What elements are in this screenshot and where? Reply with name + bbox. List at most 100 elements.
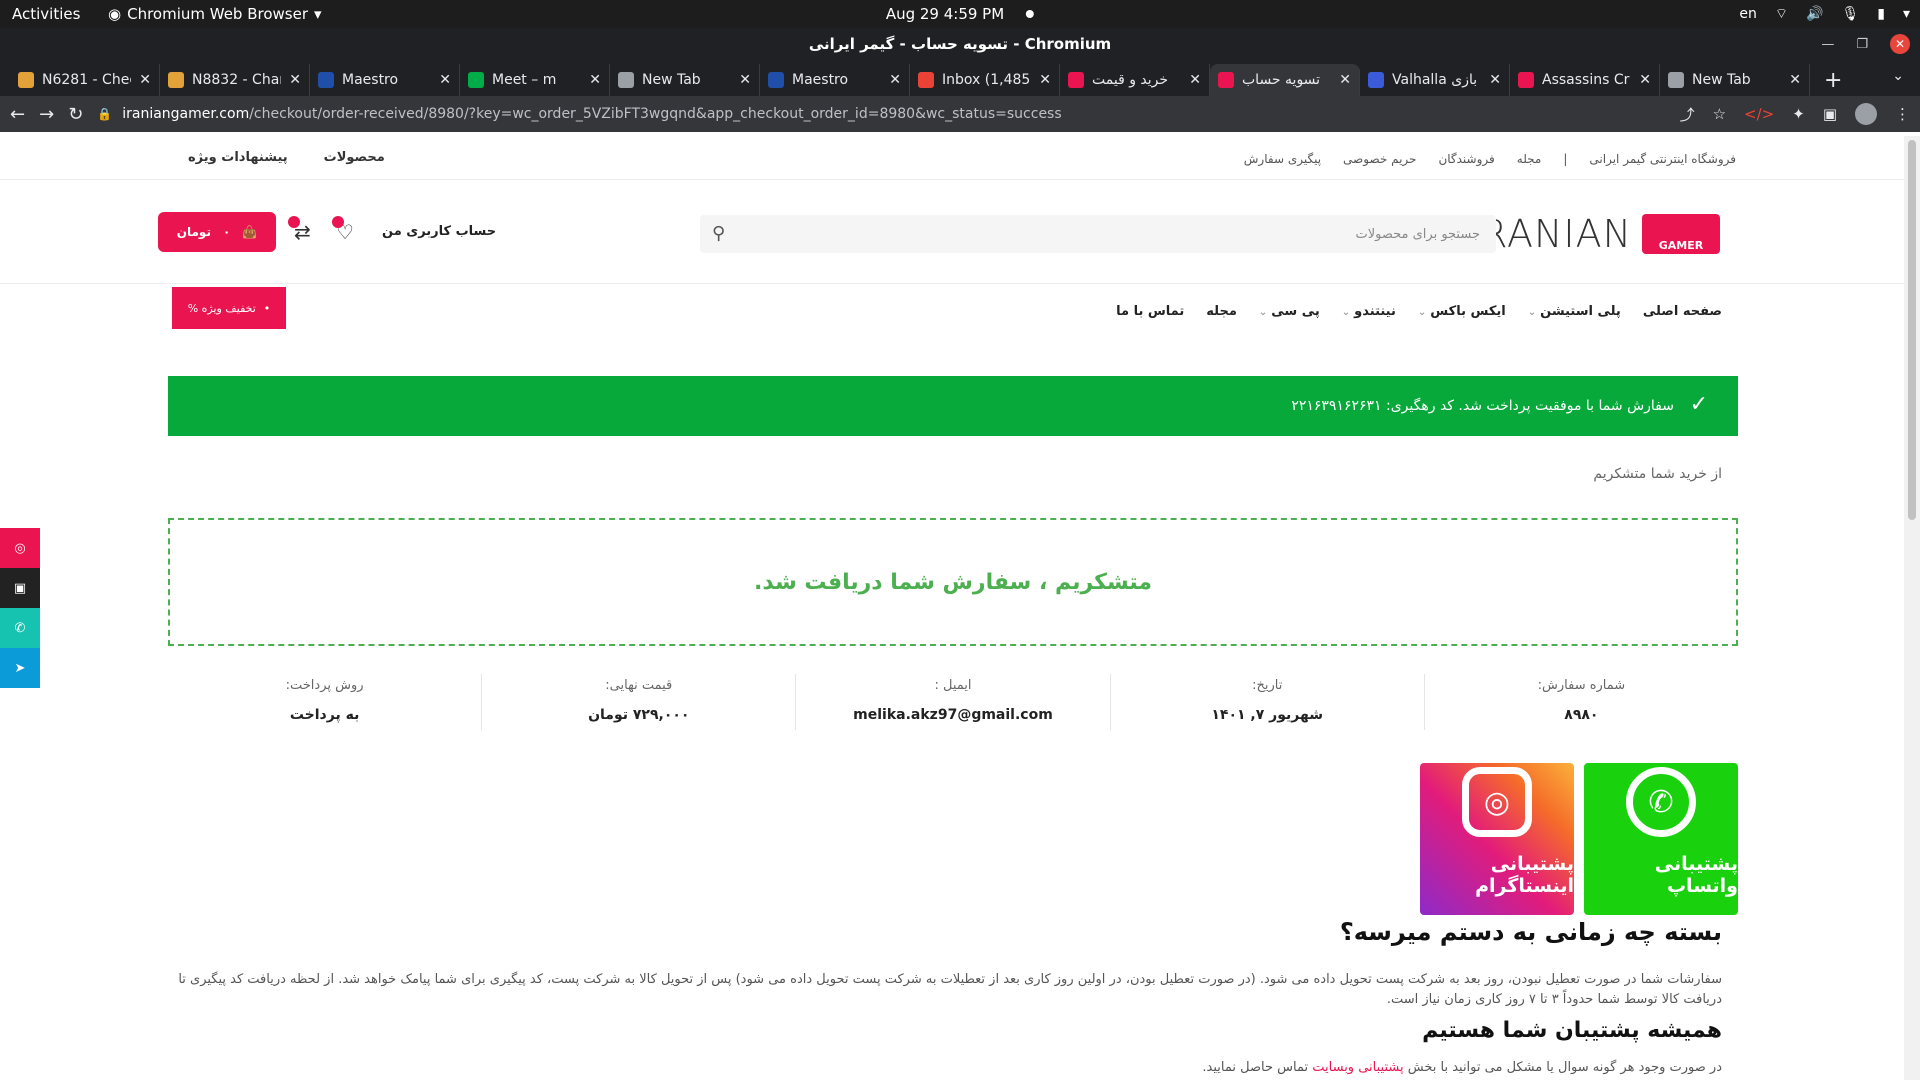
account-link[interactable]: حساب کاربری من: [382, 224, 496, 239]
main-nav-item[interactable]: پلی استیشن⌄: [1528, 304, 1621, 319]
support-text-end: تماس حاصل نمایید.: [1202, 1060, 1309, 1075]
discord-social-icon[interactable]: ▣: [0, 568, 40, 608]
top-link[interactable]: مجله: [1517, 152, 1542, 166]
tab-close-icon[interactable]: ✕: [439, 72, 451, 88]
top-link[interactable]: فروشگاه اینترنتی گیمر ایرانی: [1589, 152, 1736, 166]
instagram-social-icon[interactable]: ◎: [0, 528, 40, 568]
browser-tab[interactable]: Valhalla بازی ✕: [1360, 64, 1510, 96]
top-link[interactable]: پیگیری سفارش: [1244, 152, 1321, 166]
telegram-social-icon[interactable]: ➤: [0, 648, 40, 688]
tab-close-icon[interactable]: ✕: [889, 72, 901, 88]
browser-tab[interactable]: New Tab ✕: [1660, 64, 1810, 96]
instagram-support-button[interactable]: ◎ پشتیبانی اینستاگرام: [1420, 763, 1574, 915]
success-notice: ✓ سفارش شما با موفقیت پرداخت شد. کد رهگی…: [168, 376, 1738, 436]
main-nav-item[interactable]: نینتندو⌄: [1342, 304, 1396, 319]
tab-close-icon[interactable]: ✕: [1039, 72, 1051, 88]
tab-close-icon[interactable]: ✕: [1789, 72, 1801, 88]
tab-favicon-icon: [318, 72, 334, 88]
tab-favicon-icon: [468, 72, 484, 88]
order-received-box: متشکریم ، سفارش شما دریافت شد.: [168, 518, 1738, 646]
whatsapp-social-icon[interactable]: ✆: [0, 608, 40, 648]
cart-button[interactable]: تومان ۰ 👜: [158, 212, 276, 252]
link-special-offers[interactable]: پیشنهادات ویژه: [188, 150, 288, 165]
minimize-button[interactable]: —: [1821, 37, 1834, 52]
overview-value: ۷۲۹,۰۰۰ تومان: [588, 707, 690, 723]
system-tray[interactable]: en ⌔ 🔊 🎙 ▮ ▾: [1739, 5, 1910, 23]
main-nav-item[interactable]: صفحه اصلی: [1643, 304, 1722, 319]
browser-tab[interactable]: New Tab ✕: [610, 64, 760, 96]
wishlist-badge: [332, 216, 344, 228]
main-nav-item[interactable]: مجله: [1206, 304, 1237, 319]
main-nav-item[interactable]: تماس با ما: [1116, 304, 1184, 319]
tab-close-icon[interactable]: ✕: [1339, 72, 1351, 88]
browser-tab[interactable]: Maestro ✕: [760, 64, 910, 96]
order-received-text: متشکریم ، سفارش شما دریافت شد.: [754, 569, 1152, 595]
extensions-icon[interactable]: ✦: [1792, 105, 1805, 123]
scrollbar-thumb[interactable]: [1908, 140, 1916, 520]
lang-indicator[interactable]: en: [1739, 6, 1757, 22]
browser-tab[interactable]: Meet – m ✕: [460, 64, 610, 96]
main-nav-item[interactable]: پی سی⌄: [1259, 304, 1320, 319]
browser-tab[interactable]: Assassins Cr ✕: [1510, 64, 1660, 96]
back-icon[interactable]: ←: [10, 104, 25, 125]
browser-tab[interactable]: Inbox (1,485 ✕: [910, 64, 1060, 96]
overview-label: ایمیل :: [934, 678, 972, 693]
browser-tab[interactable]: N6281 - Chec ✕: [10, 64, 160, 96]
top-link: |: [1563, 152, 1568, 166]
link-products[interactable]: محصولات: [324, 150, 385, 165]
tab-label: Meet – m: [492, 72, 557, 88]
wifi-icon: ⌔: [1774, 6, 1789, 22]
reload-icon[interactable]: ↻: [68, 104, 83, 125]
volume-icon: 🔊: [1806, 6, 1824, 22]
search-icon[interactable]: ⚲: [712, 223, 725, 244]
browser-tab[interactable]: تسویه حساب ✕: [1210, 64, 1360, 96]
menu-kebab-icon[interactable]: ⋮: [1895, 105, 1910, 123]
site-logo[interactable]: IRANIAN GAMER: [1469, 212, 1720, 256]
tab-close-icon[interactable]: ✕: [739, 72, 751, 88]
tab-close-icon[interactable]: ✕: [139, 72, 151, 88]
tab-close-icon[interactable]: ✕: [1489, 72, 1501, 88]
side-panel-icon[interactable]: ▣: [1823, 105, 1837, 123]
discount-label: % تخفیف ویژه: [187, 301, 256, 315]
page-scrollbar[interactable]: [1904, 136, 1920, 1080]
activities-button[interactable]: Activities: [0, 5, 100, 23]
special-discount-button[interactable]: % تخفیف ویژه •: [172, 287, 286, 329]
browser-tab[interactable]: خرید و قیمت ✕: [1060, 64, 1210, 96]
top-link[interactable]: فروشندگان: [1438, 152, 1494, 166]
clock[interactable]: Aug 29 4:59 PM: [886, 5, 1035, 23]
app-name: Chromium Web Browser: [127, 5, 309, 23]
bookmark-star-icon[interactable]: ☆: [1713, 105, 1726, 123]
website-support-link[interactable]: پشتیبانی وبسایت: [1312, 1060, 1403, 1075]
code-extension-icon[interactable]: </>: [1744, 105, 1774, 123]
tab-favicon-icon: [168, 72, 184, 88]
tab-label: N8832 - Char: [192, 72, 282, 88]
profile-avatar[interactable]: [1855, 103, 1877, 125]
top-link[interactable]: حریم خصوصی: [1343, 152, 1416, 166]
new-tab-button[interactable]: +: [1810, 64, 1856, 96]
browser-tab[interactable]: N8832 - Char ✕: [160, 64, 310, 96]
forward-icon[interactable]: →: [39, 104, 54, 125]
delivery-heading: بسته چه زمانی به دستم میرسه؟: [1339, 918, 1722, 946]
browser-tab[interactable]: Maestro ✕: [310, 64, 460, 96]
window-titlebar: تسویه حساب - گیمر ایرانی - Chromium — ❐ …: [0, 28, 1920, 60]
tab-close-icon[interactable]: ✕: [289, 72, 301, 88]
tab-label: تسویه حساب: [1242, 72, 1321, 88]
tab-search-icon[interactable]: ⌄: [1892, 68, 1904, 84]
main-nav-item[interactable]: ایکس باکس⌄: [1418, 304, 1506, 319]
share-icon[interactable]: ⤴: [1680, 104, 1695, 125]
whatsapp-support-button[interactable]: ✆ پشتیبانی واتساپ: [1584, 763, 1738, 915]
tab-close-icon[interactable]: ✕: [589, 72, 601, 88]
search-input[interactable]: جستجو برای محصولات ⚲: [700, 215, 1496, 253]
tab-label: Valhalla بازی: [1392, 72, 1478, 88]
tab-close-icon[interactable]: ✕: [1639, 72, 1651, 88]
tab-close-icon[interactable]: ✕: [1189, 72, 1201, 88]
app-menu[interactable]: ◉ Chromium Web Browser ▾: [108, 5, 322, 23]
support-heading: همیشه پشتیبان شما هستیم: [1422, 1018, 1722, 1043]
maximize-button[interactable]: ❐: [1856, 37, 1868, 52]
chevron-down-icon: ⌄: [1527, 307, 1537, 318]
whatsapp-support-label: پشتیبانی واتساپ: [1654, 853, 1738, 897]
lock-icon: 🔒: [97, 107, 113, 121]
close-window-button[interactable]: ✕: [1890, 34, 1910, 54]
address-bar[interactable]: 🔒 iraniangamer.com/checkout/order-receiv…: [97, 100, 1665, 128]
overview-item: ایمیل : melika.akz97@gmail.com: [795, 674, 1109, 730]
